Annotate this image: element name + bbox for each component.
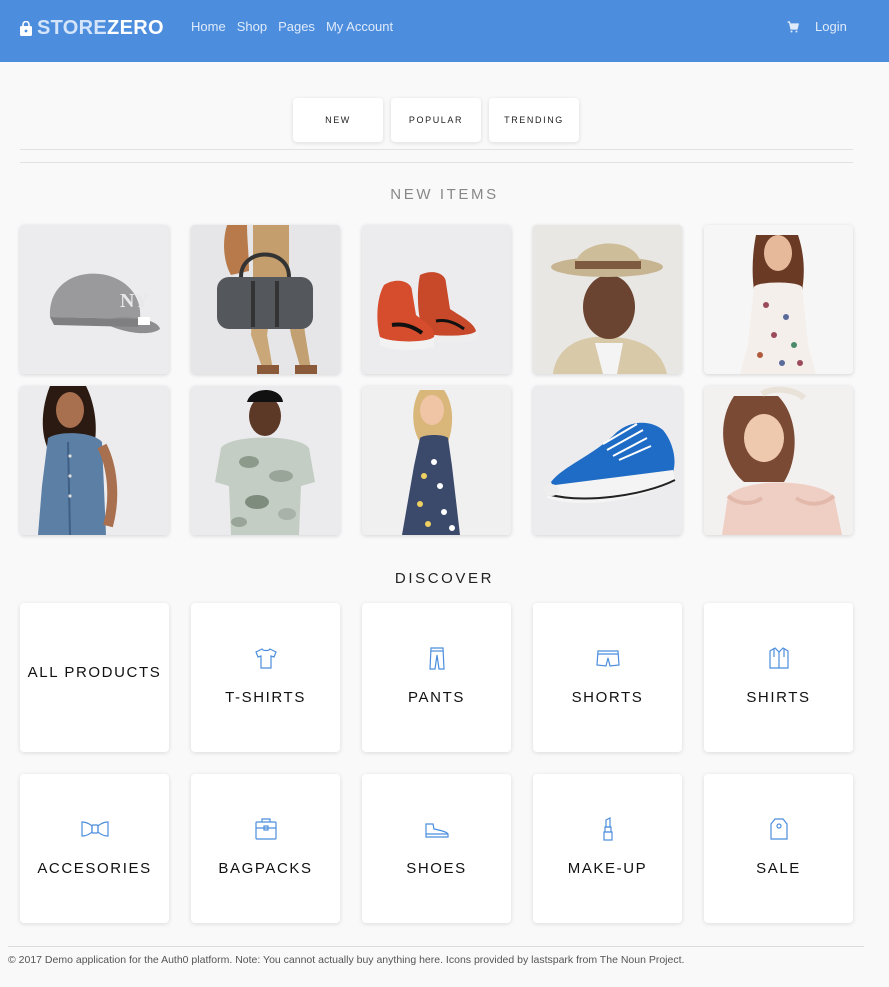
category-card-t-shirts[interactable]: T-SHIRTS bbox=[191, 603, 340, 752]
login-link[interactable]: Login bbox=[815, 19, 847, 34]
divider bbox=[20, 162, 853, 163]
svg-text:NY: NY bbox=[120, 290, 149, 312]
grey-duffel-bag-image bbox=[191, 225, 340, 374]
category-grid: ALL PRODUCTS T-SHIRTS PANTS SHORTS SHIRT… bbox=[20, 603, 853, 923]
nav-links: Home Shop Pages My Account bbox=[191, 19, 404, 34]
pants-icon bbox=[428, 647, 445, 670]
category-card-shirts[interactable]: SHIRTS bbox=[704, 603, 853, 752]
shirt-icon bbox=[768, 647, 789, 669]
filter-tabs: NEW POPULAR TRENDING bbox=[293, 98, 579, 142]
tab-popular[interactable]: POPULAR bbox=[391, 98, 481, 142]
category-card-sale[interactable]: SALE bbox=[704, 774, 853, 923]
category-label: SHORTS bbox=[571, 689, 644, 706]
footer-divider bbox=[8, 946, 864, 947]
floral-sundress-woman-image bbox=[362, 386, 511, 535]
category-card-shorts[interactable]: SHORTS bbox=[533, 603, 682, 752]
category-label: SHIRTS bbox=[746, 689, 811, 706]
product-card[interactable]: NY bbox=[20, 225, 169, 374]
product-card[interactable] bbox=[533, 225, 682, 374]
product-card[interactable] bbox=[704, 225, 853, 374]
new-items-title: NEW ITEMS bbox=[390, 186, 499, 203]
brand-logo[interactable]: STORE ZERO bbox=[19, 14, 164, 42]
shopping-bag-icon bbox=[20, 20, 32, 36]
lipstick-icon bbox=[602, 817, 613, 841]
navbar: STORE ZERO Home Shop Pages My Account Log… bbox=[0, 0, 889, 62]
divider bbox=[20, 149, 853, 150]
category-label: MAKE-UP bbox=[567, 860, 648, 877]
discover-title: DISCOVER bbox=[394, 570, 495, 587]
category-card-bagpacks[interactable]: BAGPACKS bbox=[191, 774, 340, 923]
red-sneakers-image bbox=[362, 225, 511, 374]
nav-link-my-account[interactable]: My Account bbox=[326, 19, 393, 34]
product-card[interactable] bbox=[20, 386, 169, 535]
category-label: T-SHIRTS bbox=[225, 689, 306, 706]
category-label: SALE bbox=[756, 860, 801, 877]
denim-dress-woman-image bbox=[20, 386, 169, 535]
pink-blouse-woman-image bbox=[704, 386, 853, 535]
tshirt-icon bbox=[254, 648, 277, 669]
product-card[interactable] bbox=[191, 225, 340, 374]
backpack-icon bbox=[254, 818, 277, 840]
camo-tshirt-man-image bbox=[191, 386, 340, 535]
category-card-shoes[interactable]: SHOES bbox=[362, 774, 511, 923]
grey-baseball-cap-image: NY bbox=[20, 225, 169, 374]
product-card[interactable] bbox=[362, 386, 511, 535]
tag-icon bbox=[769, 818, 788, 840]
nav-link-home[interactable]: Home bbox=[191, 19, 226, 34]
product-card[interactable] bbox=[704, 386, 853, 535]
brand-name-part1: STORE bbox=[37, 16, 108, 39]
category-label: ACCESORIES bbox=[37, 860, 152, 877]
shoe-icon bbox=[424, 823, 449, 838]
shorts-icon bbox=[595, 650, 620, 667]
cart-icon[interactable] bbox=[787, 21, 799, 33]
nav-link-shop[interactable]: Shop bbox=[237, 19, 267, 34]
bowtie-icon bbox=[80, 821, 109, 837]
straw-hat-man-image bbox=[533, 225, 682, 374]
nav-link-pages[interactable]: Pages bbox=[278, 19, 315, 34]
category-label: PANTS bbox=[408, 689, 465, 706]
tab-trending[interactable]: TRENDING bbox=[489, 98, 579, 142]
category-card-all-products[interactable]: ALL PRODUCTS bbox=[20, 603, 169, 752]
category-card-pants[interactable]: PANTS bbox=[362, 603, 511, 752]
product-card[interactable] bbox=[191, 386, 340, 535]
category-card-accesories[interactable]: ACCESORIES bbox=[20, 774, 169, 923]
product-card[interactable] bbox=[362, 225, 511, 374]
tab-new[interactable]: NEW bbox=[293, 98, 383, 142]
category-label: ALL PRODUCTS bbox=[27, 664, 162, 681]
category-label: BAGPACKS bbox=[218, 860, 313, 877]
new-items-grid: NY bbox=[20, 225, 853, 535]
blue-canvas-shoe-image bbox=[533, 386, 682, 535]
footer-text: © 2017 Demo application for the Auth0 pl… bbox=[8, 954, 685, 966]
floral-dress-woman-image bbox=[704, 225, 853, 374]
category-label: SHOES bbox=[406, 860, 467, 877]
brand-name-part2: ZERO bbox=[107, 16, 164, 39]
product-card[interactable] bbox=[533, 386, 682, 535]
category-card-make-up[interactable]: MAKE-UP bbox=[533, 774, 682, 923]
